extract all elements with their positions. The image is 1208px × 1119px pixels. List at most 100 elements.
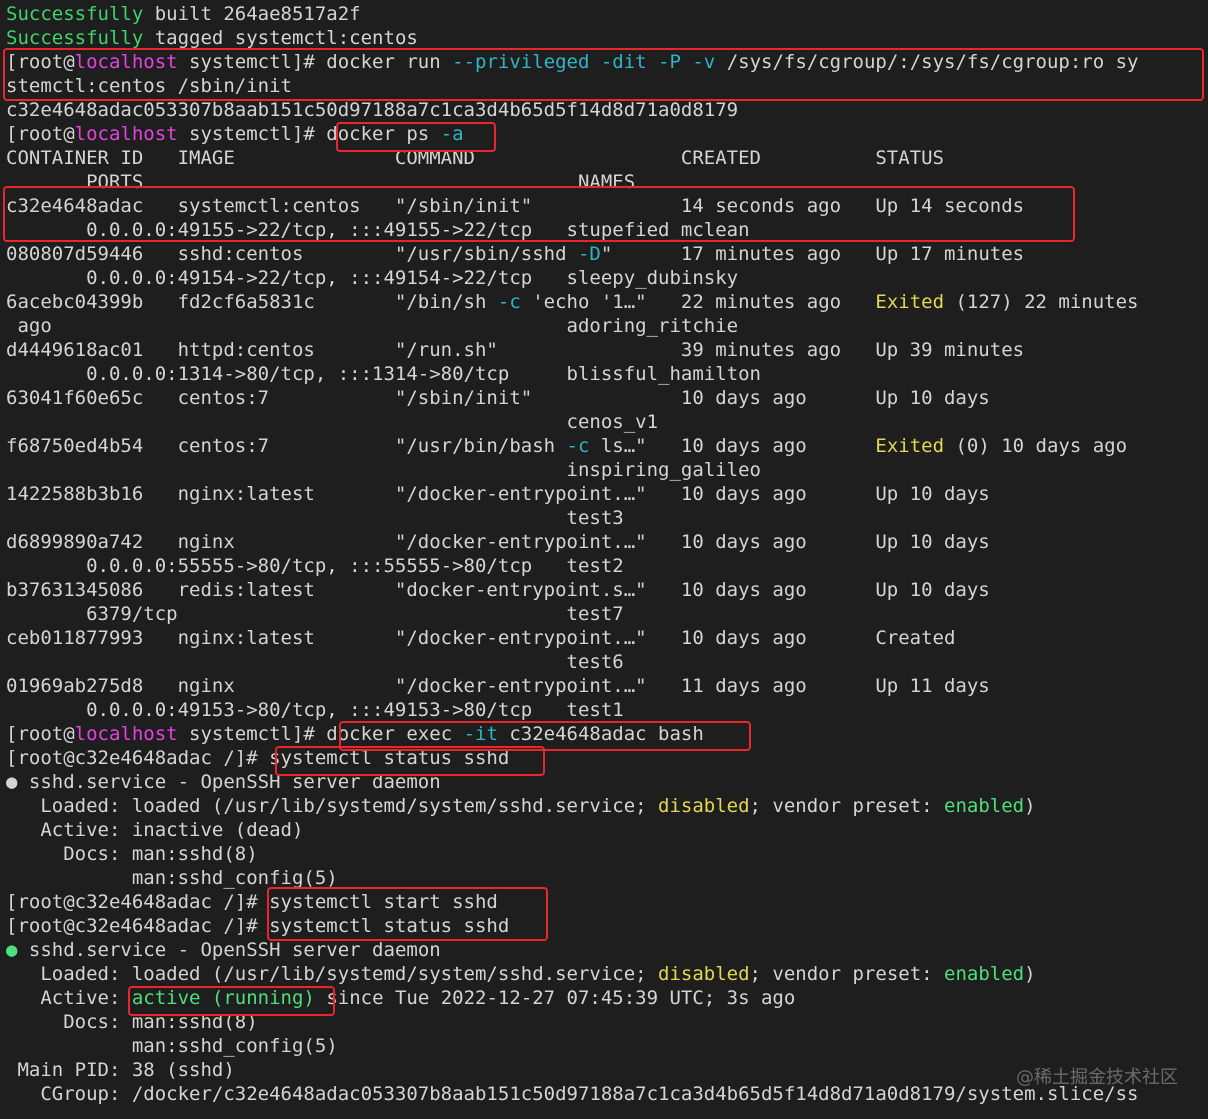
terminal-line: d6899890a742 nginx "/docker-entrypoint.…… <box>6 530 1208 554</box>
terminal-text-segment: sshd.service - OpenSSH server daemon <box>17 939 441 961</box>
terminal-line: f68750ed4b54 centos:7 "/usr/bin/bash -c … <box>6 434 1208 458</box>
terminal-text-segment: ago adoring_ritchie <box>6 315 739 337</box>
terminal-line: c32e4648adac systemctl:centos "/sbin/ini… <box>6 194 1208 218</box>
terminal-text-segment: localhost <box>74 723 178 745</box>
terminal-line: inspiring_galileo <box>6 458 1208 482</box>
terminal-line: CONTAINER ID IMAGE COMMAND CREATED STATU… <box>6 146 1208 170</box>
terminal-text-segment: c32e4648adac systemctl:centos "/sbin/ini… <box>6 195 1025 217</box>
terminal-text-segment: PORTS NAMES <box>6 171 636 193</box>
terminal-text-segment: Active: inactive (dead) <box>6 819 304 841</box>
terminal-text-segment: systemctl]# docker ps <box>177 123 441 145</box>
terminal-text-segment: [root@c32e4648adac /]# systemctl start s… <box>6 891 498 913</box>
terminal-line: man:sshd_config(5) <box>6 1034 1208 1058</box>
terminal-text-segment: ls…" 10 days ago <box>589 435 876 457</box>
terminal-text-segment: ● <box>6 939 18 961</box>
terminal-text-segment: -c <box>497 291 521 313</box>
terminal-text-segment: 0.0.0.0:1314->80/tcp, :::1314->80/tcp bl… <box>6 363 761 385</box>
terminal-text-segment: 080807d59446 sshd:centos "/usr/sbin/sshd <box>6 243 578 265</box>
terminal-text-segment: ; vendor preset: <box>749 963 945 985</box>
terminal-line: stemctl:centos /sbin/init <box>6 74 1208 98</box>
terminal-text-segment: Active: <box>6 987 132 1009</box>
terminal-text-segment: Main PID: 38 (sshd) <box>6 1059 235 1081</box>
terminal-line: Loaded: loaded (/usr/lib/systemd/system/… <box>6 794 1208 818</box>
terminal-line: Successfully built 264ae8517a2f <box>6 2 1208 26</box>
terminal-text-segment: 6acebc04399b fd2cf6a5831c "/bin/sh <box>6 291 498 313</box>
terminal-text-segment: ; vendor preset: <box>749 795 945 817</box>
terminal-text-segment: man:sshd_config(5) <box>6 867 338 889</box>
terminal-text-segment: 0.0.0.0:49155->22/tcp, :::49155->22/tcp … <box>6 219 750 241</box>
terminal-text-segment: ● sshd.service - OpenSSH server daemon <box>6 771 441 793</box>
terminal-text-segment: built 264ae8517a2f <box>143 3 361 25</box>
terminal-text-segment: cenos_v1 <box>6 411 659 433</box>
terminal-line: test3 <box>6 506 1208 530</box>
watermark: @稀土掘金技术社区 <box>1016 1067 1178 1088</box>
terminal-line: 1422588b3b16 nginx:latest "/docker-entry… <box>6 482 1208 506</box>
terminal-text-segment: Exited <box>875 435 945 457</box>
terminal-text-segment: ) <box>1024 795 1036 817</box>
terminal-text-segment: CONTAINER ID IMAGE COMMAND CREATED STATU… <box>6 147 944 169</box>
terminal-line: Docs: man:sshd(8) <box>6 842 1208 866</box>
terminal-text-segment: b37631345086 redis:latest "docker-entryp… <box>6 579 990 601</box>
terminal-text-segment: -D <box>577 243 601 265</box>
terminal-text-segment: --privileged -dit -P -v <box>452 51 716 73</box>
terminal-line: ceb011877993 nginx:latest "/docker-entry… <box>6 626 1208 650</box>
terminal-line: PORTS NAMES <box>6 170 1208 194</box>
terminal-line: Successfully tagged systemctl:centos <box>6 26 1208 50</box>
terminal-text-segment: enabled <box>944 963 1025 985</box>
terminal-text-segment: Successfully <box>6 27 144 49</box>
terminal-line: 0.0.0.0:49154->22/tcp, :::49154->22/tcp … <box>6 266 1208 290</box>
terminal-line: 0.0.0.0:49155->22/tcp, :::49155->22/tcp … <box>6 218 1208 242</box>
terminal-text-segment: [root@c32e4648adac /]# systemctl status … <box>6 915 510 937</box>
terminal-line: man:sshd_config(5) <box>6 866 1208 890</box>
terminal-text-segment: 01969ab275d8 nginx "/docker-entrypoint.…… <box>6 675 990 697</box>
terminal-line: d4449618ac01 httpd:centos "/run.sh" 39 m… <box>6 338 1208 362</box>
terminal-line: Active: active (running) since Tue 2022-… <box>6 986 1208 1010</box>
terminal-text-segment: Exited <box>875 291 945 313</box>
terminal-text-segment: 6379/tcp test7 <box>6 603 624 625</box>
terminal-text-segment: d6899890a742 nginx "/docker-entrypoint.…… <box>6 531 990 553</box>
terminal-text-segment: [root@c32e4648adac /]# systemctl status … <box>6 747 510 769</box>
terminal-text-segment: stemctl:centos /sbin/init <box>6 75 292 97</box>
terminal-line: [root@c32e4648adac /]# systemctl start s… <box>6 890 1208 914</box>
terminal-text-segment: c32e4648adac053307b8aab151c50d97188a7c1c… <box>6 99 739 121</box>
terminal-text-segment: disabled <box>658 795 750 817</box>
terminal-text-segment: Docs: man:sshd(8) <box>6 843 258 865</box>
terminal-text-segment: d4449618ac01 httpd:centos "/run.sh" 39 m… <box>6 339 1025 361</box>
terminal-text-segment: f68750ed4b54 centos:7 "/usr/bin/bash <box>6 435 567 457</box>
terminal-text-segment: active (running) <box>131 987 315 1009</box>
terminal-text-segment: disabled <box>658 963 750 985</box>
terminal-text-segment: test3 <box>6 507 624 529</box>
terminal-text-segment: 1422588b3b16 nginx:latest "/docker-entry… <box>6 483 990 505</box>
terminal-line: [root@localhost systemctl]# docker ps -a <box>6 122 1208 146</box>
terminal-line: 6379/tcp test7 <box>6 602 1208 626</box>
terminal-text-segment: -it <box>463 723 498 745</box>
terminal-text-segment: ) <box>1024 963 1036 985</box>
terminal-text-segment: tagged systemctl:centos <box>143 27 418 49</box>
terminal-line: [root@c32e4648adac /]# systemctl status … <box>6 914 1208 938</box>
terminal-text-segment: enabled <box>944 795 1025 817</box>
terminal-line: cenos_v1 <box>6 410 1208 434</box>
terminal-text-segment: Successfully <box>6 3 144 25</box>
terminal-text-segment: ceb011877993 nginx:latest "/docker-entry… <box>6 627 956 649</box>
terminal-text-segment: 'echo '1…" 22 minutes ago <box>520 291 876 313</box>
terminal-line: ● sshd.service - OpenSSH server daemon <box>6 938 1208 962</box>
terminal-text-segment: since Tue 2022-12-27 07:45:39 UTC; 3s ag… <box>314 987 796 1009</box>
terminal-line: 080807d59446 sshd:centos "/usr/sbin/sshd… <box>6 242 1208 266</box>
terminal-text-segment: test6 <box>6 651 624 673</box>
terminal-line: c32e4648adac053307b8aab151c50d97188a7c1c… <box>6 98 1208 122</box>
terminal-text-segment: 0.0.0.0:55555->80/tcp, :::55555->80/tcp … <box>6 555 624 577</box>
terminal-text-segment: Loaded: loaded (/usr/lib/systemd/system/… <box>6 963 659 985</box>
terminal-line: 0.0.0.0:49153->80/tcp, :::49153->80/tcp … <box>6 698 1208 722</box>
terminal-line: Docs: man:sshd(8) <box>6 1010 1208 1034</box>
terminal-text-segment: systemctl]# docker run <box>177 51 453 73</box>
terminal-text-segment: inspiring_galileo <box>6 459 761 481</box>
terminal-text-segment: (0) 10 days ago <box>944 435 1128 457</box>
terminal-line: [root@localhost systemctl]# docker run -… <box>6 50 1208 74</box>
terminal-text-segment: /sys/fs/cgroup/:/sys/fs/cgroup:ro sy <box>715 51 1139 73</box>
terminal-output[interactable]: Successfully built 264ae8517a2f Successfu… <box>0 0 1208 1119</box>
terminal-line: Active: inactive (dead) <box>6 818 1208 842</box>
terminal-line: ● sshd.service - OpenSSH server daemon <box>6 770 1208 794</box>
terminal-line: 0.0.0.0:55555->80/tcp, :::55555->80/tcp … <box>6 554 1208 578</box>
terminal-line: ago adoring_ritchie <box>6 314 1208 338</box>
terminal-text-segment: -a <box>440 123 464 145</box>
